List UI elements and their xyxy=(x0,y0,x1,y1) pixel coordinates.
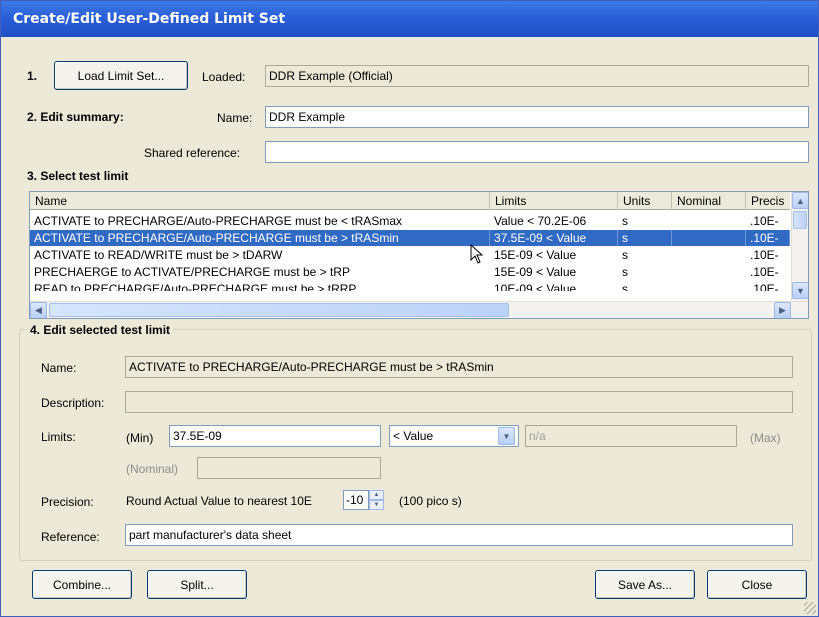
precision-label: Precision: xyxy=(41,495,94,509)
split-button[interactable]: Split... xyxy=(147,570,247,599)
spinner-up-icon[interactable]: ▲ xyxy=(369,490,384,500)
save-as-button[interactable]: Save As... xyxy=(595,570,695,599)
vertical-scroll-thumb[interactable] xyxy=(793,211,807,229)
precision-exponent-input[interactable]: -10 xyxy=(343,490,369,510)
row-name-cell: ACTIVATE to PRECHARGE/Auto-PRECHARGE mus… xyxy=(30,230,490,246)
row-units-cell: s xyxy=(622,214,628,228)
reference-input[interactable]: part manufacturer's data sheet xyxy=(125,524,793,546)
table-row[interactable]: PRECHAERGE to ACTIVATE/PRECHARGE must be… xyxy=(30,264,790,280)
row-name-cell: ACTIVATE to PRECHARGE/Auto-PRECHARGE mus… xyxy=(34,214,402,228)
spinner-down-icon[interactable]: ▼ xyxy=(369,500,384,510)
limits-label: Limits: xyxy=(41,430,76,444)
description-field xyxy=(125,391,793,413)
test-limit-list[interactable]: Name Limits Units Nominal Precis ACTIVAT… xyxy=(29,191,809,319)
row-precision-cell: .10E- xyxy=(750,265,779,279)
resize-grip-icon[interactable] xyxy=(804,602,816,614)
title-bar: Create/Edit User-Defined Limit Set xyxy=(1,1,818,37)
column-header-precision[interactable]: Precis xyxy=(746,192,792,210)
close-label: Close xyxy=(741,577,773,592)
row-precision-cell: .10E- xyxy=(750,282,779,291)
column-header-nominal[interactable]: Nominal xyxy=(672,192,746,210)
close-button[interactable]: Close xyxy=(707,570,807,599)
max-label: (Max) xyxy=(750,431,781,445)
dropdown-arrow-icon[interactable]: ▼ xyxy=(498,427,515,445)
summary-name-input[interactable]: DDR Example xyxy=(265,106,809,128)
row-limits-cell: Value < 70.2E-06 xyxy=(494,214,587,228)
precision-note: (100 pico s) xyxy=(399,494,462,508)
description-label: Description: xyxy=(41,396,105,410)
row-units-cell: s xyxy=(622,282,628,291)
loaded-label: Loaded: xyxy=(202,70,246,84)
step1-number: 1. xyxy=(27,69,38,83)
shared-reference-input[interactable] xyxy=(265,141,809,163)
shared-reference-label: Shared reference: xyxy=(144,146,241,160)
limit-name-label: Name: xyxy=(41,361,77,375)
combine-label: Combine... xyxy=(52,577,112,592)
vertical-scrollbar[interactable]: ▲ ▼ xyxy=(791,192,808,301)
window-title: Create/Edit User-Defined Limit Set xyxy=(13,11,286,27)
nominal-label: (Nominal) xyxy=(126,462,179,476)
row-limits-cell: 15E-09 < Value xyxy=(494,248,577,262)
scroll-left-arrow-icon[interactable]: ◀ xyxy=(30,302,47,318)
horizontal-scroll-thumb[interactable] xyxy=(49,303,509,317)
scroll-right-arrow-icon[interactable]: ▶ xyxy=(774,302,791,318)
nominal-field xyxy=(197,457,381,479)
row-precision-cell: .10E- xyxy=(750,214,779,228)
split-label: Split... xyxy=(180,577,214,592)
row-name-cell: READ to PRECHARGE/Auto-PRECHARGE must be… xyxy=(34,282,357,291)
row-nominal-cell xyxy=(672,230,746,246)
name-label: Name: xyxy=(217,111,253,125)
load-limit-set-label: Load Limit Set... xyxy=(77,68,165,83)
row-limits-cell: 37.5E-09 < Value xyxy=(490,230,618,246)
table-row[interactable]: ACTIVATE to READ/WRITE must be > tDARW 1… xyxy=(30,247,790,263)
limit-name-field: ACTIVATE to PRECHARGE/Auto-PRECHARGE mus… xyxy=(125,356,793,378)
row-nominal-cell xyxy=(672,281,746,291)
row-nominal-cell xyxy=(672,213,746,229)
precision-text: Round Actual Value to nearest 10E xyxy=(126,494,312,508)
row-units-cell: s xyxy=(618,230,672,246)
row-units-cell: s xyxy=(622,265,628,279)
horizontal-scrollbar[interactable]: ◀ ▶ xyxy=(30,301,808,318)
table-row[interactable]: ACTIVATE to PRECHARGE/Auto-PRECHARGE mus… xyxy=(30,213,790,229)
row-precision-cell: .10E- xyxy=(750,248,779,262)
column-header-limits[interactable]: Limits xyxy=(490,192,618,210)
row-nominal-cell xyxy=(672,247,746,263)
scroll-up-arrow-icon[interactable]: ▲ xyxy=(792,192,808,209)
load-limit-set-button[interactable]: Load Limit Set... xyxy=(54,61,188,90)
row-limits-cell: 15E-09 < Value xyxy=(494,265,577,279)
loaded-value-field: DDR Example (Official) xyxy=(265,65,809,87)
list-header: Name Limits Units Nominal Precis xyxy=(30,192,792,210)
row-name-cell: PRECHAERGE to ACTIVATE/PRECHARGE must be… xyxy=(34,265,350,279)
row-units-cell: s xyxy=(622,248,628,262)
combine-button[interactable]: Combine... xyxy=(32,570,132,599)
row-precision-cell: .10E- xyxy=(746,230,790,246)
table-row-partial[interactable]: READ to PRECHARGE/Auto-PRECHARGE must be… xyxy=(30,281,790,291)
column-header-name[interactable]: Name xyxy=(30,192,490,210)
select-test-limit-heading: 3. Select test limit xyxy=(27,169,129,183)
min-value-input[interactable]: 37.5E-09 xyxy=(169,425,381,447)
min-label: (Min) xyxy=(126,431,154,445)
table-row-selected[interactable]: ACTIVATE to PRECHARGE/Auto-PRECHARGE mus… xyxy=(30,230,790,246)
reference-label: Reference: xyxy=(41,530,100,544)
save-as-label: Save As... xyxy=(617,577,673,592)
scroll-down-arrow-icon[interactable]: ▼ xyxy=(792,282,808,299)
edit-selected-limit-heading: 4. Edit selected test limit xyxy=(27,322,174,338)
row-name-cell: ACTIVATE to READ/WRITE must be > tDARW xyxy=(34,248,283,262)
row-limits-cell: 10E-09 < Value xyxy=(494,282,577,291)
row-nominal-cell xyxy=(672,264,746,280)
mouse-cursor-icon xyxy=(470,244,484,264)
limit-set-dialog: Create/Edit User-Defined Limit Set 1. Lo… xyxy=(0,0,819,617)
operator-selected-value: < Value xyxy=(393,429,434,443)
max-value-field: n/a xyxy=(525,425,737,447)
edit-summary-heading: 2. Edit summary: xyxy=(27,110,124,124)
column-header-units[interactable]: Units xyxy=(618,192,672,210)
